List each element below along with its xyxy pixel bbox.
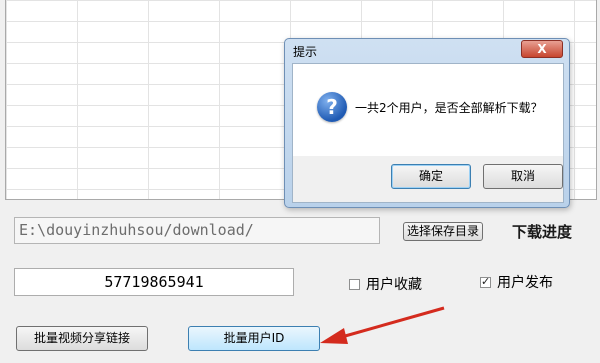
user-id-input[interactable]: 57719865941 xyxy=(14,268,294,296)
dialog-title: 提示 xyxy=(293,45,318,59)
favorites-checkbox-box[interactable] xyxy=(349,278,360,290)
favorites-checkbox[interactable]: 用户收藏 xyxy=(349,274,422,294)
confirm-dialog: 提示 X ? 一共2个用户，是否全部解析下载？ 确定 取消 xyxy=(284,38,570,208)
published-checkbox-box[interactable] xyxy=(480,275,491,288)
save-path-field[interactable]: E:\douyinzhuhsou/download/ xyxy=(14,217,380,244)
favorites-checkbox-label: 用户收藏 xyxy=(366,277,422,293)
batch-video-link-button[interactable]: 批量视频分享链接 xyxy=(16,326,148,351)
published-checkbox-label: 用户发布 xyxy=(497,275,553,291)
dialog-message: 一共2个用户，是否全部解析下载？ xyxy=(355,101,543,115)
choose-directory-button[interactable]: 选择保存目录 xyxy=(403,222,483,241)
red-arrow-icon xyxy=(320,306,445,344)
dialog-body: ? 一共2个用户，是否全部解析下载？ xyxy=(292,63,564,157)
dialog-footer: 确定 取消 xyxy=(292,156,564,203)
batch-user-id-button[interactable]: 批量用户ID xyxy=(188,326,320,351)
question-icon: ? xyxy=(317,92,347,122)
ok-button[interactable]: 确定 xyxy=(391,164,471,189)
dialog-close-button[interactable]: X xyxy=(521,40,563,58)
cancel-button[interactable]: 取消 xyxy=(483,164,563,189)
download-progress-label: 下载进度 xyxy=(512,223,573,241)
published-checkbox[interactable]: 用户发布 xyxy=(480,272,553,292)
